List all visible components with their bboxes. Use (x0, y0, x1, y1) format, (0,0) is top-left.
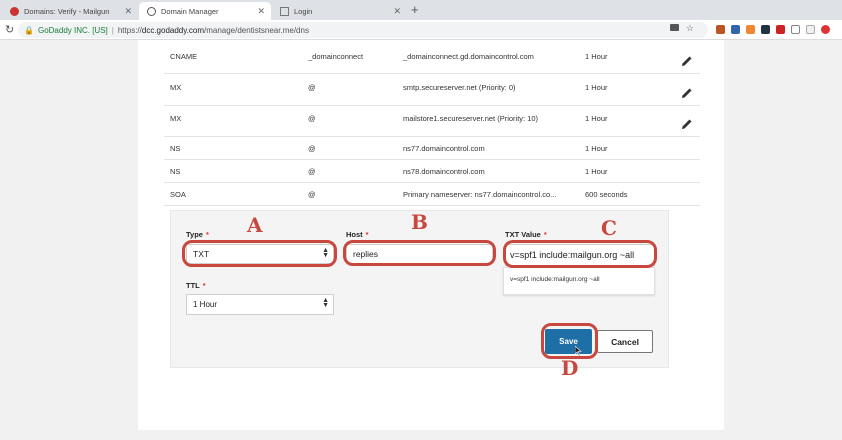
row-divider (164, 136, 700, 137)
browser-tab-bar: Domains: Verify - Mailgun ✕ Domain Manag… (0, 0, 842, 20)
extension-icon[interactable] (716, 25, 725, 34)
required-asterisk: * (543, 230, 547, 239)
lock-icon: 🔒 (24, 25, 34, 35)
tab-label: Domain Manager (161, 6, 219, 16)
close-tab-icon[interactable]: ✕ (393, 6, 401, 17)
required-asterisk: * (365, 230, 369, 239)
required-asterisk: * (205, 230, 209, 239)
row-divider (164, 159, 700, 160)
reload-icon[interactable]: ↻ (5, 23, 14, 36)
extension-icon[interactable] (806, 25, 815, 34)
record-ttl: 600 seconds (585, 190, 628, 199)
extension-icon[interactable] (791, 25, 800, 34)
bookmark-star-icon[interactable]: ☆ (686, 23, 694, 34)
close-tab-icon[interactable]: ✕ (124, 6, 132, 17)
page-favicon-icon (280, 6, 289, 16)
mailgun-favicon-icon (10, 6, 19, 16)
record-type: NS (170, 144, 181, 153)
row-divider (164, 105, 700, 106)
row-divider (164, 205, 700, 206)
record-ttl: 1 Hour (585, 52, 608, 61)
url-host: dcc.godaddy.com (141, 25, 204, 35)
url-text: https://dcc.godaddy.com/manage/dentistsn… (118, 26, 309, 35)
extension-icon[interactable] (821, 25, 830, 34)
ttl-label: TTL * (186, 281, 206, 290)
tab-mailgun[interactable]: Domains: Verify - Mailgun ✕ (2, 2, 138, 20)
site-identity: GoDaddy INC. [US] (37, 25, 108, 35)
record-name: @ (308, 190, 316, 199)
record-name: @ (308, 83, 316, 92)
tab-domain-manager[interactable]: Domain Manager ✕ (139, 2, 271, 20)
record-value: smtp.secureserver.net (Priority: 0) (403, 83, 516, 92)
edit-pencil-icon[interactable] (680, 117, 694, 131)
txt-value-label: TXT Value * (505, 230, 547, 239)
new-tab-button[interactable]: + (411, 2, 419, 17)
autocomplete-suggestion[interactable]: v=spf1 include:mailgun.org ~all (503, 267, 655, 295)
godaddy-favicon-icon (147, 6, 156, 16)
record-value: ns77.domaincontrol.com (403, 144, 485, 153)
record-value: _domainconnect.gd.domaincontrol.com (403, 52, 534, 61)
required-asterisk: * (202, 281, 206, 290)
record-value: Primary nameserver: ns77.domaincontrol.c… (403, 190, 557, 199)
highlight-txt-value-input (503, 240, 657, 268)
host-label: Host * (346, 230, 369, 239)
highlight-save-button (541, 323, 598, 359)
record-type: SOA (170, 190, 186, 199)
record-name: @ (308, 114, 316, 123)
annotation-marker-c: C (601, 216, 617, 240)
tab-login[interactable]: Login ✕ (272, 2, 407, 20)
tab-label: Domains: Verify - Mailgun (24, 6, 110, 16)
row-divider (164, 73, 700, 74)
record-value: ns78.domaincontrol.com (403, 167, 485, 176)
cancel-button[interactable]: Cancel (597, 330, 653, 353)
omnibox[interactable]: 🔒 GoDaddy INC. [US] | https://dcc.godadd… (18, 22, 708, 38)
ttl-select-value: 1 Hour (193, 300, 218, 309)
record-name: _domainconnect (308, 52, 364, 61)
extension-icon[interactable] (731, 25, 740, 34)
record-ttl: 1 Hour (585, 167, 608, 176)
extension-icon[interactable] (776, 25, 785, 34)
extension-icon[interactable] (746, 25, 755, 34)
highlight-host-input (343, 240, 496, 266)
record-ttl: 1 Hour (585, 144, 608, 153)
extension-icon[interactable] (761, 25, 770, 34)
record-value: mailstore1.secureserver.net (Priority: 1… (403, 114, 539, 123)
record-type: MX (170, 114, 182, 123)
record-type: NS (170, 167, 181, 176)
record-type: MX (170, 83, 182, 92)
edit-pencil-icon[interactable] (680, 54, 694, 68)
record-type: CNAME (170, 52, 198, 61)
ttl-select[interactable]: 1 Hour ▲ ▼ (186, 294, 334, 315)
record-ttl: 1 Hour (585, 114, 608, 123)
url-scheme: https:// (117, 25, 142, 35)
url-path: /manage/dentistsnear.me/dns (203, 25, 309, 35)
edit-pencil-icon[interactable] (680, 86, 694, 100)
select-arrows-icon: ▲ ▼ (322, 297, 329, 309)
close-tab-icon[interactable]: ✕ (257, 6, 265, 17)
highlight-type-select (182, 240, 337, 267)
type-label: Type * (186, 230, 209, 239)
row-divider (164, 182, 700, 183)
record-name: @ (308, 167, 316, 176)
address-bar: ↻ 🔒 GoDaddy INC. [US] | https://dcc.goda… (0, 20, 842, 40)
record-name: @ (308, 144, 316, 153)
record-ttl: 1 Hour (585, 83, 608, 92)
url-separator: | (111, 25, 114, 35)
camera-icon[interactable] (670, 24, 679, 31)
suggestion-text: v=spf1 include:mailgun.org ~all (510, 276, 600, 283)
annotation-marker-d: D (561, 356, 579, 380)
tab-label: Login (294, 6, 313, 16)
annotation-marker-a: A (247, 213, 263, 237)
annotation-marker-b: B (411, 210, 428, 234)
